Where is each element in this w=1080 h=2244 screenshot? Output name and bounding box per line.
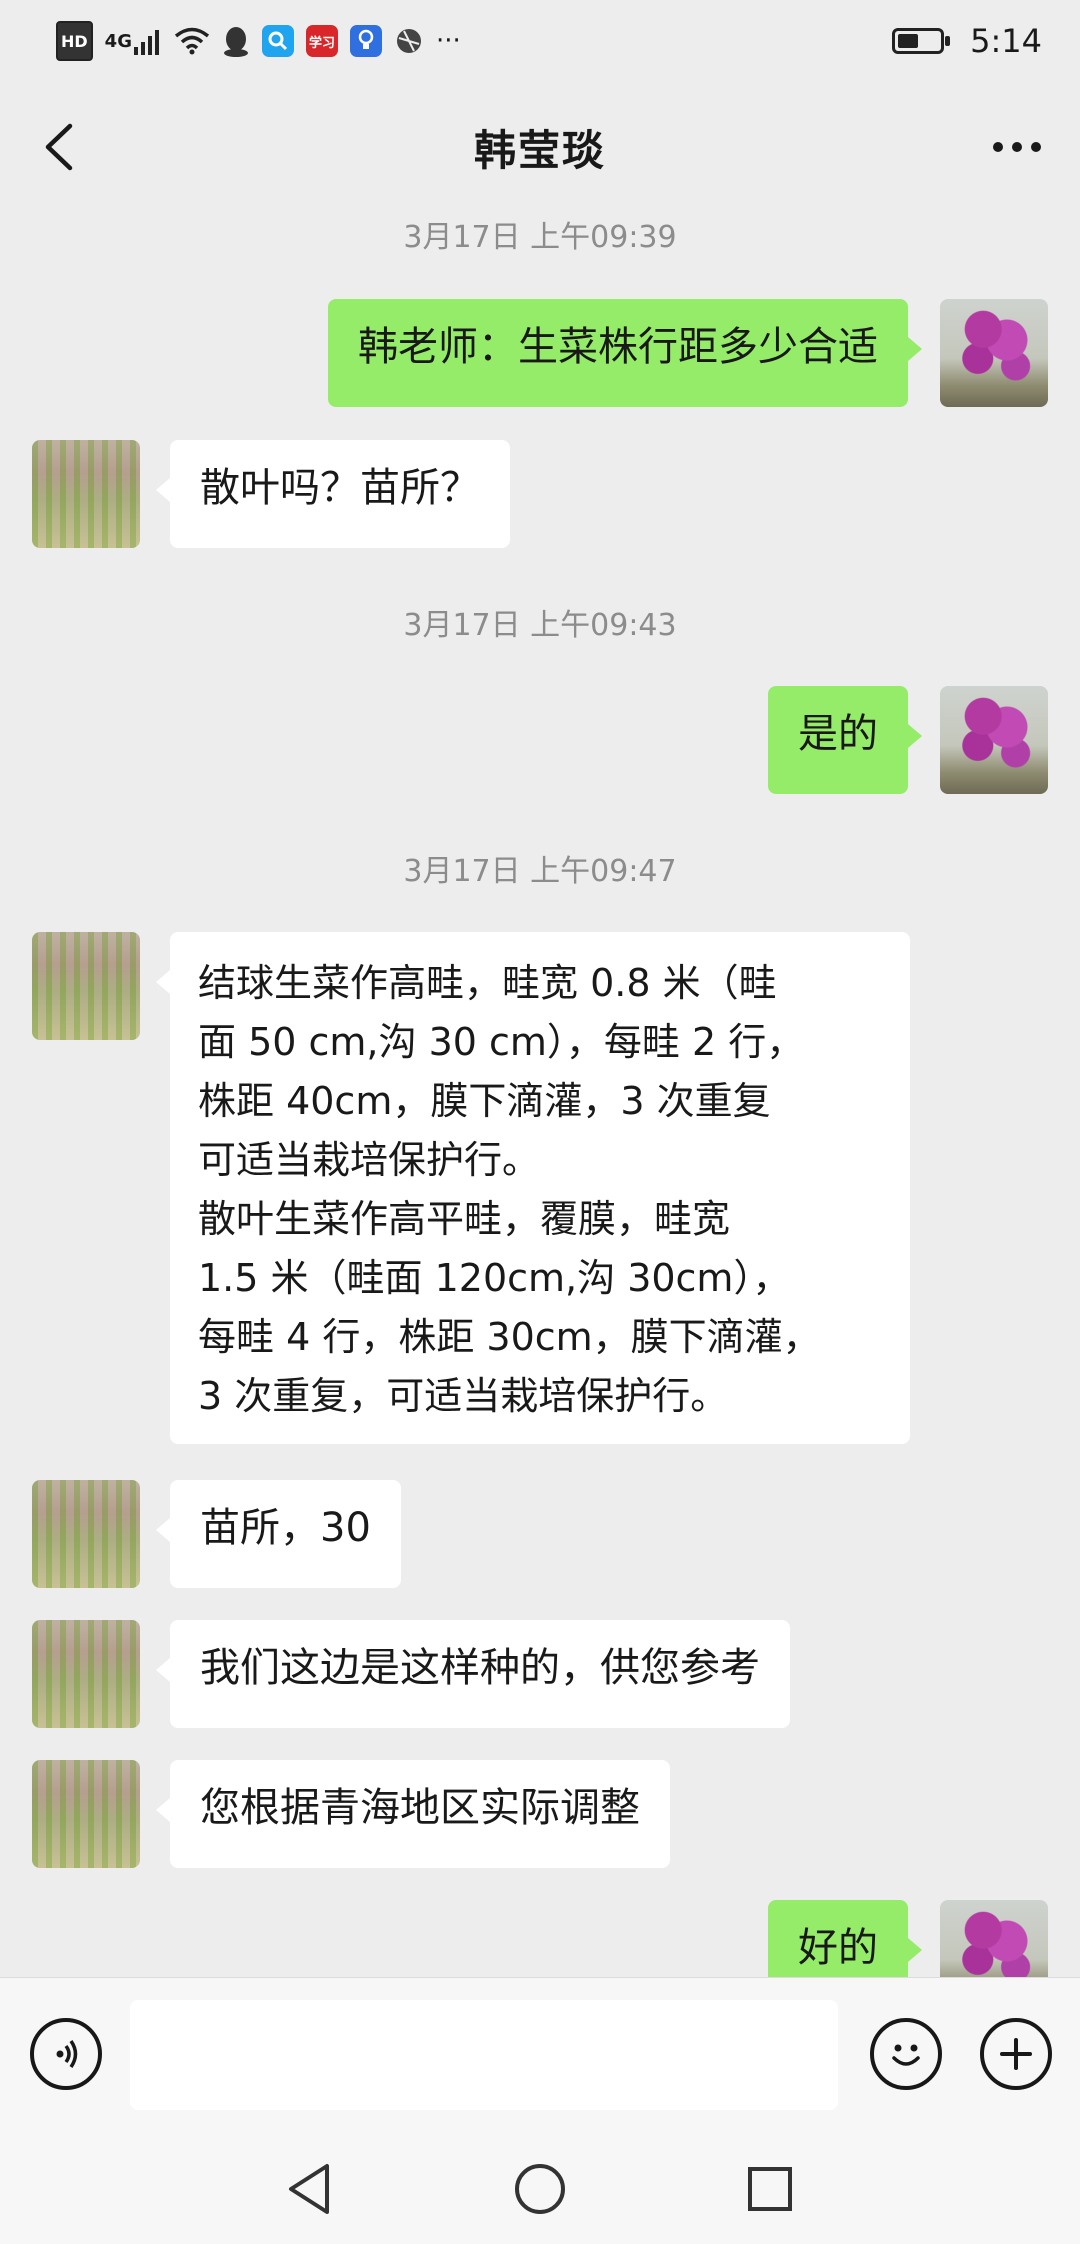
message-bubble-incoming[interactable]: 我们这边是这样种的，供您参考 (156, 1620, 790, 1728)
message-text: 我们这边是这样种的，供您参考 (200, 1645, 760, 1691)
clock: 5:14 (970, 22, 1042, 60)
message-text-line: 3 次重复，可适当栽培保护行。 (198, 1374, 729, 1418)
status-right: 5:14 (892, 22, 1042, 60)
message-text: 韩老师：生菜株行距多少合适 (358, 324, 878, 370)
triangle-back-icon (289, 2164, 329, 2214)
message-text-line: 可适当栽培保护行。 (198, 1138, 541, 1182)
back-button[interactable] (30, 112, 90, 182)
circle-home-icon (515, 2164, 565, 2214)
battery-icon (892, 28, 951, 54)
chat-title: 韩莹琰 (473, 125, 606, 175)
status-bar: HD 4G 学习 ··· 5:14 (0, 0, 1080, 82)
message-text-line: 散叶生菜作高平畦，覆膜，畦宽 (198, 1197, 731, 1241)
message-text-line: 每畦 4 行，株距 30cm，膜下滴灌， (198, 1315, 821, 1359)
message-input[interactable] (130, 2000, 838, 2110)
xuexi-app-icon: 学习 (305, 25, 338, 57)
message-text: 是的 (798, 711, 878, 757)
message-bubble-incoming[interactable]: 散叶吗？苗所？ (156, 440, 510, 548)
message-text: 散叶吗？苗所？ (200, 465, 480, 511)
message-bubble-outgoing[interactable]: 是的 (768, 686, 922, 794)
contact-avatar[interactable] (32, 440, 140, 548)
plus-button[interactable] (980, 2018, 1052, 2090)
globe-app-icon (394, 24, 424, 58)
chat-message-list[interactable]: 3月17日 上午09:39 韩老师：生菜株行距多少合适 散叶吗？苗所？ 3月17… (0, 212, 1080, 1977)
hd-indicator: HD (56, 21, 93, 61)
chat-header: 韩莹琰 (0, 82, 1080, 212)
dot-icon (1031, 142, 1041, 152)
my-avatar[interactable] (940, 686, 1048, 794)
nav-recent-button[interactable] (740, 2159, 800, 2219)
message-bubble-incoming[interactable]: 结球生菜作高畦，畦宽 0.8 米（畦 面 50 cm,沟 30 cm），每畦 2… (156, 932, 910, 1444)
contact-avatar[interactable] (32, 1620, 140, 1728)
status-left: HD 4G 学习 ··· (56, 21, 461, 61)
my-avatar[interactable] (940, 299, 1048, 407)
wifi-icon (174, 24, 210, 58)
network-label: 4G (104, 30, 132, 52)
nav-home-button[interactable] (510, 2159, 570, 2219)
contact-avatar[interactable] (32, 1480, 140, 1588)
signal-icon (133, 30, 159, 55)
message-text: 苗所，30 (200, 1505, 371, 1551)
timestamp: 3月17日 上午09:47 (403, 854, 677, 889)
message-bubble-outgoing[interactable]: 韩老师：生菜株行距多少合适 (328, 299, 922, 407)
contact-avatar[interactable] (32, 932, 140, 1040)
timestamp: 3月17日 上午09:43 (403, 608, 677, 643)
input-bar (0, 1977, 1080, 2136)
message-text-line: 面 50 cm,沟 30 cm），每畦 2 行， (198, 1020, 805, 1064)
dot-icon (1012, 142, 1022, 152)
message-text-line: 株距 40cm，膜下滴灌，3 次重复 (198, 1079, 771, 1123)
voice-button[interactable] (30, 2018, 102, 2090)
bulb-app-icon (349, 25, 382, 57)
emoji-button[interactable] (870, 2018, 942, 2090)
square-recents-icon (748, 2167, 792, 2211)
message-bubble-outgoing[interactable]: 好的 (768, 1900, 922, 1977)
plus-icon (1000, 2038, 1032, 2070)
battery-level (898, 34, 919, 48)
voice-icon (56, 2040, 78, 2068)
message-bubble-incoming[interactable]: 苗所，30 (156, 1480, 401, 1588)
contact-avatar[interactable] (32, 1760, 140, 1868)
search-app-icon (261, 25, 294, 57)
emoji-icon (892, 2044, 920, 2066)
qq-icon (222, 24, 250, 58)
system-nav-bar (0, 2135, 1080, 2244)
message-text-line: 1.5 米（畦面 120cm,沟 30cm）， (198, 1256, 791, 1300)
my-avatar[interactable] (940, 1900, 1048, 1977)
nav-back-button[interactable] (280, 2159, 340, 2219)
timestamp: 3月17日 上午09:39 (403, 220, 677, 255)
more-options-button[interactable] (982, 122, 1052, 172)
chevron-left-icon (45, 123, 73, 171)
message-text: 您根据青海地区实际调整 (200, 1785, 640, 1831)
dot-icon (993, 142, 1003, 152)
message-text: 好的 (798, 1925, 878, 1971)
network-indicator: 4G (105, 24, 162, 58)
message-text-line: 结球生菜作高畦，畦宽 0.8 米（畦 (198, 961, 777, 1005)
more-notifications: ··· (435, 26, 461, 56)
message-bubble-incoming[interactable]: 您根据青海地区实际调整 (156, 1760, 670, 1868)
